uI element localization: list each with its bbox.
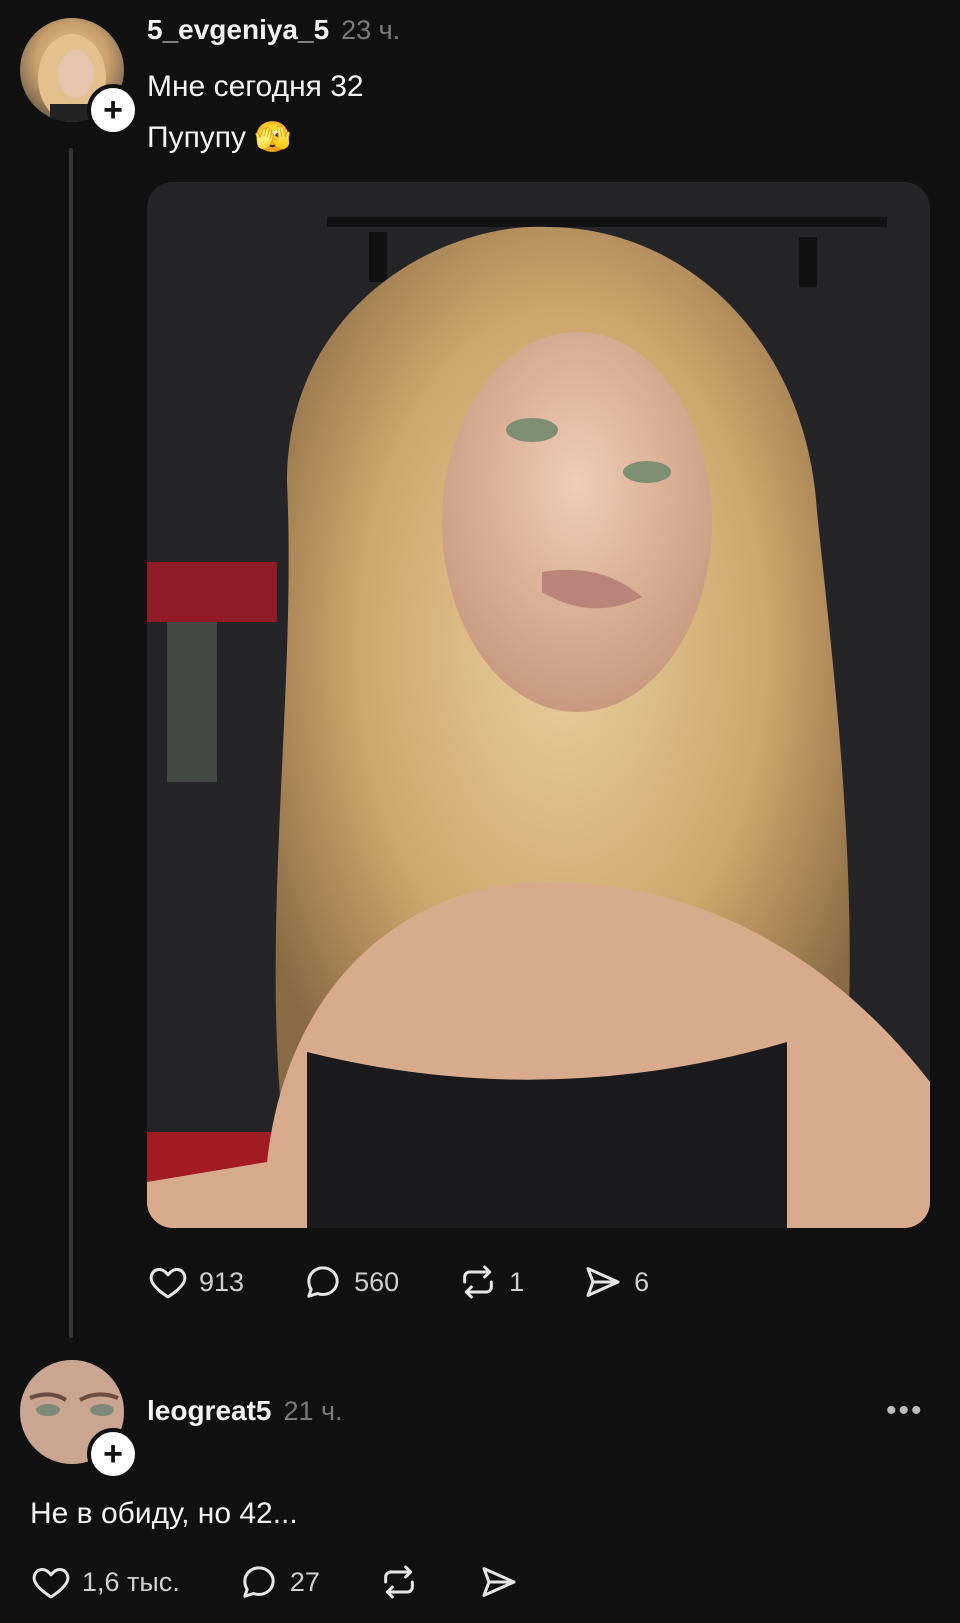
reply-share-button[interactable] xyxy=(478,1562,520,1602)
repost-count: 1 xyxy=(509,1266,525,1297)
post-text-line-2: Пупупу 🫣 xyxy=(147,121,292,154)
post-photo[interactable] xyxy=(147,182,930,1228)
comment-count: 560 xyxy=(354,1266,400,1297)
repost-icon xyxy=(463,1265,493,1299)
heart-icon xyxy=(149,1267,187,1299)
more-dots-icon[interactable]: ••• xyxy=(886,1394,924,1428)
thread-connector-line xyxy=(69,148,73,1338)
reply-username[interactable]: leogreat5 xyxy=(147,1395,272,1427)
photo-illustration xyxy=(147,182,930,1228)
post-username[interactable]: 5_evgeniya_5 xyxy=(147,14,329,46)
reply-like-count: 1,6 тыс. xyxy=(82,1566,180,1597)
reply-like-button[interactable]: 1,6 тыс. xyxy=(30,1562,180,1602)
repost-button[interactable]: 1 xyxy=(457,1262,524,1302)
repost-icon xyxy=(384,1565,414,1599)
reply-time: 21 ч. xyxy=(283,1396,343,1426)
heart-icon xyxy=(32,1567,70,1599)
send-icon xyxy=(482,1567,516,1597)
reply-comment-count: 27 xyxy=(289,1566,320,1597)
comment-bubble-icon xyxy=(243,1566,275,1598)
comment-bubble-icon xyxy=(307,1266,339,1298)
follow-plus-icon[interactable]: + xyxy=(87,84,139,136)
share-count: 6 xyxy=(634,1266,650,1297)
comment-button[interactable]: 560 xyxy=(302,1262,399,1302)
reply-text: Не в обиду, но 42... xyxy=(30,1497,298,1530)
like-count: 913 xyxy=(199,1266,245,1297)
post-text-line-1: Мне сегодня 32 xyxy=(147,70,364,103)
reply-follow-plus-icon[interactable]: + xyxy=(87,1428,139,1480)
like-button[interactable]: 913 xyxy=(147,1262,244,1302)
reply-comment-button[interactable]: 27 xyxy=(238,1562,320,1602)
post-time: 23 ч. xyxy=(341,15,401,45)
send-icon xyxy=(586,1267,620,1297)
share-button[interactable]: 6 xyxy=(582,1262,649,1302)
reply-repost-button[interactable] xyxy=(378,1562,420,1602)
